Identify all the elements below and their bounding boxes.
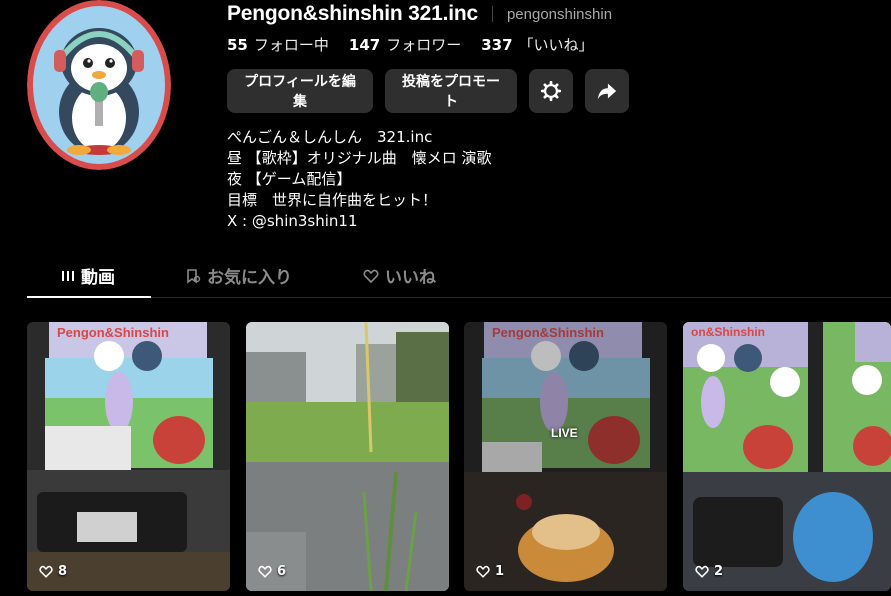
tab-likes[interactable]: いいね: [363, 254, 436, 297]
profile-bio: ぺんごん＆しんしん 321.inc 昼 【歌枠】オリジナル曲 懐メロ 演歌夜 【ゲ…: [227, 127, 492, 232]
video-thumbnail: on&Shinshin: [683, 322, 891, 591]
grid-bars-icon: [62, 270, 74, 281]
bio-line: 目標 世界に自作曲をヒット！: [227, 191, 438, 209]
heart-outline-icon: [258, 565, 272, 578]
active-tab-indicator: [27, 296, 151, 298]
like-count: 2: [695, 564, 723, 579]
live-badge: LIVE: [551, 426, 578, 440]
like-count: 8: [39, 564, 67, 579]
tab-favorites[interactable]: お気に入り: [185, 254, 292, 297]
bio-line[interactable]: X : @shin3shin11: [227, 211, 492, 232]
username: pengonshinshin: [506, 5, 613, 23]
display-name: Pengon&shinshin 321.inc: [227, 2, 478, 25]
video-thumbnail: Pengon&Shinshin: [27, 322, 230, 591]
svg-text:Pengon&Shinshin: Pengon&Shinshin: [492, 325, 604, 340]
promote-post-button[interactable]: 投稿をプロモート: [385, 69, 517, 113]
bookmark-icon: [187, 268, 201, 284]
likes-count: 337 「いいね」: [481, 36, 594, 54]
share-button[interactable]: [585, 69, 629, 113]
heart-outline-icon: [476, 565, 490, 578]
followers-count[interactable]: 147 フォロワー: [349, 34, 461, 55]
svg-text:Pengon&Shinshin: Pengon&Shinshin: [57, 325, 169, 340]
bio-line: 夜 【ゲーム配信】: [227, 170, 352, 188]
like-count: 6: [258, 564, 286, 579]
bio-line: 昼 【歌枠】オリジナル曲 懐メロ 演歌: [227, 149, 492, 167]
heart-lock-icon: [363, 269, 379, 283]
video-thumbnail: Pengon&Shinshin: [464, 322, 667, 591]
tab-videos[interactable]: 動画: [27, 254, 151, 298]
heart-outline-icon: [695, 565, 709, 578]
profile-avatar[interactable]: [27, 0, 171, 170]
bio-line: ぺんごん＆しんしん 321.inc: [227, 128, 433, 146]
like-count: 1: [476, 564, 504, 579]
video-card[interactable]: on&Shinshin 2: [683, 322, 891, 591]
video-thumbnail: [246, 322, 449, 591]
heart-outline-icon: [39, 565, 53, 578]
profile-stats: 55 フォロー中 147 フォロワー 337 「いいね」: [227, 34, 594, 55]
profile-tabs: 動画 お気に入り いいね: [27, 254, 891, 298]
gear-icon: [540, 80, 562, 102]
settings-button[interactable]: [529, 69, 573, 113]
video-card[interactable]: Pengon&Shinshin 8: [27, 322, 230, 591]
svg-text:on&Shinshin: on&Shinshin: [691, 325, 765, 339]
edit-profile-button[interactable]: プロフィールを編集: [227, 69, 373, 113]
video-card[interactable]: Pengon&Shinshin LIVE 1: [464, 322, 667, 591]
separator: [491, 6, 493, 22]
video-card[interactable]: 6: [246, 322, 449, 591]
share-arrow-icon: [597, 83, 617, 100]
profile-header: Pengon&shinshin 321.inc pengonshinshin: [227, 0, 612, 28]
profile-actions: プロフィールを編集 投稿をプロモート: [227, 69, 629, 113]
following-count[interactable]: 55 フォロー中: [227, 34, 329, 55]
